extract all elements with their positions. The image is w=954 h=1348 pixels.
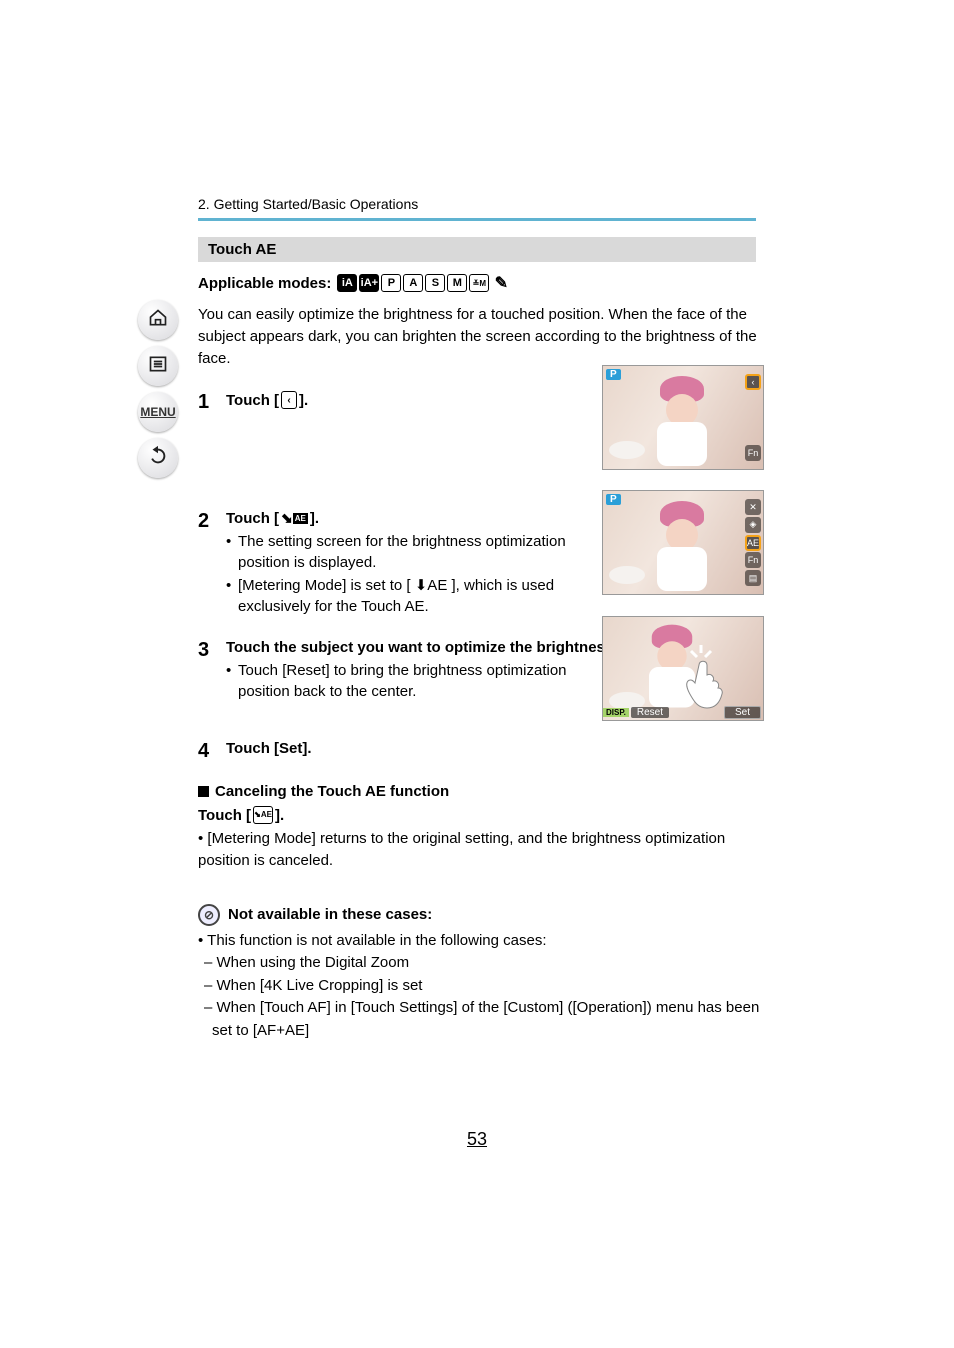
touch-af-icon: ◈ — [745, 517, 761, 533]
cancel-instruction: Touch [ ⬊AE ]. — [198, 806, 778, 824]
step-number: 4 — [198, 740, 226, 763]
p-mode-badge: P — [606, 494, 621, 505]
applicable-modes-label: Applicable modes: — [198, 275, 331, 292]
step3-bullet: Touch [Reset] to bring the brightness op… — [226, 660, 586, 702]
p-mode-badge: P — [606, 369, 621, 380]
not-available-list: • This function is not available in the … — [198, 930, 778, 1043]
step-number: 2 — [198, 510, 226, 619]
step-number: 1 — [198, 391, 226, 414]
section-title: Touch AE — [198, 237, 756, 262]
step2-pre: Touch [ — [226, 510, 279, 527]
step1-pre: Touch [ — [226, 392, 279, 409]
cancel-heading: Canceling the Touch AE function — [198, 783, 778, 800]
note-line: – When [4K Live Cropping] is set — [198, 975, 778, 998]
touch-ae-icon: ⬊AE — [281, 510, 308, 527]
step1-post: ]. — [299, 392, 308, 409]
note-line: • This function is not available in the … — [198, 930, 778, 953]
applicable-modes: Applicable modes: iA iA+ P A S M ≚M ✎ — [198, 274, 778, 292]
example-screenshot-3: DISP. Reset Set — [602, 616, 764, 721]
step2-bullet: The setting screen for the brightness op… — [226, 531, 586, 573]
menu-label: MENU — [140, 405, 175, 419]
intro-text: You can easily optimize the brightness f… — [198, 304, 770, 369]
touch-tab-icon: ‹ — [281, 391, 297, 409]
page-number[interactable]: 53 — [0, 1129, 954, 1150]
disp-button[interactable]: DISP. — [603, 708, 629, 717]
mode-iaplus-icon: iA+ — [359, 274, 379, 292]
mode-ia-icon: iA — [337, 274, 357, 292]
not-available-heading-text: Not available in these cases: — [228, 906, 432, 923]
set-button[interactable]: Set — [724, 706, 761, 719]
list-icon — [148, 354, 168, 379]
mode-a-icon: A — [403, 274, 423, 292]
peaking-icon: ▤ — [745, 570, 761, 586]
nav-back-button[interactable] — [138, 438, 178, 478]
mode-s-icon: S — [425, 274, 445, 292]
cancel-heading-text: Canceling the Touch AE function — [215, 783, 449, 800]
step4-title: Touch [Set]. — [226, 740, 778, 757]
fn-icon: Fn — [745, 445, 761, 461]
cancel-post: ]. — [275, 807, 284, 824]
note-line: – When [Touch AF] in [Touch Settings] of… — [198, 997, 778, 1042]
step2-post: ]. — [310, 510, 319, 527]
reset-button[interactable]: Reset — [631, 707, 669, 718]
touch-hand-icon — [679, 641, 743, 711]
example-screenshot-1: P ‹ Fn — [602, 365, 764, 470]
mode-m-icon: M — [447, 274, 467, 292]
example-screenshot-2: P ✕ ◈ AE Fn ▤ — [602, 490, 764, 595]
step2-bullet: [Metering Mode] is set to [ ⬇AE ], which… — [226, 575, 586, 617]
back-arrow-icon — [147, 445, 169, 472]
breadcrumb: 2. Getting Started/Basic Operations — [198, 196, 756, 221]
touch-ae-icon: AE — [745, 535, 761, 551]
mode-custom-icon: ✎ — [491, 274, 511, 292]
step-number: 3 — [198, 639, 226, 704]
home-icon — [148, 308, 168, 333]
not-available-heading: ⊘ Not available in these cases: — [198, 904, 778, 926]
cancel-pre: Touch [ — [198, 807, 251, 824]
mode-movie-icon: ≚M — [469, 274, 489, 292]
nav-sidebar: MENU — [138, 300, 182, 478]
cancel-result-text: [Metering Mode] returns to the original … — [198, 830, 725, 869]
fn-icon: Fn — [745, 552, 761, 568]
nav-toc-button[interactable] — [138, 346, 178, 386]
mode-p-icon: P — [381, 274, 401, 292]
cancel-result: • [Metering Mode] returns to the origina… — [198, 828, 778, 872]
note-line: – When using the Digital Zoom — [198, 952, 778, 975]
prohibit-icon: ⊘ — [198, 904, 220, 926]
touch-ae-cancel-icon: ⬊AE — [253, 806, 273, 824]
nav-home-button[interactable] — [138, 300, 178, 340]
touch-shutter-icon: ✕ — [745, 499, 761, 515]
square-bullet-icon — [198, 786, 209, 797]
touch-tab-icon: ‹ — [745, 374, 761, 390]
nav-menu-button[interactable]: MENU — [138, 392, 178, 432]
mode-icons: iA iA+ P A S M ≚M ✎ — [337, 274, 511, 292]
